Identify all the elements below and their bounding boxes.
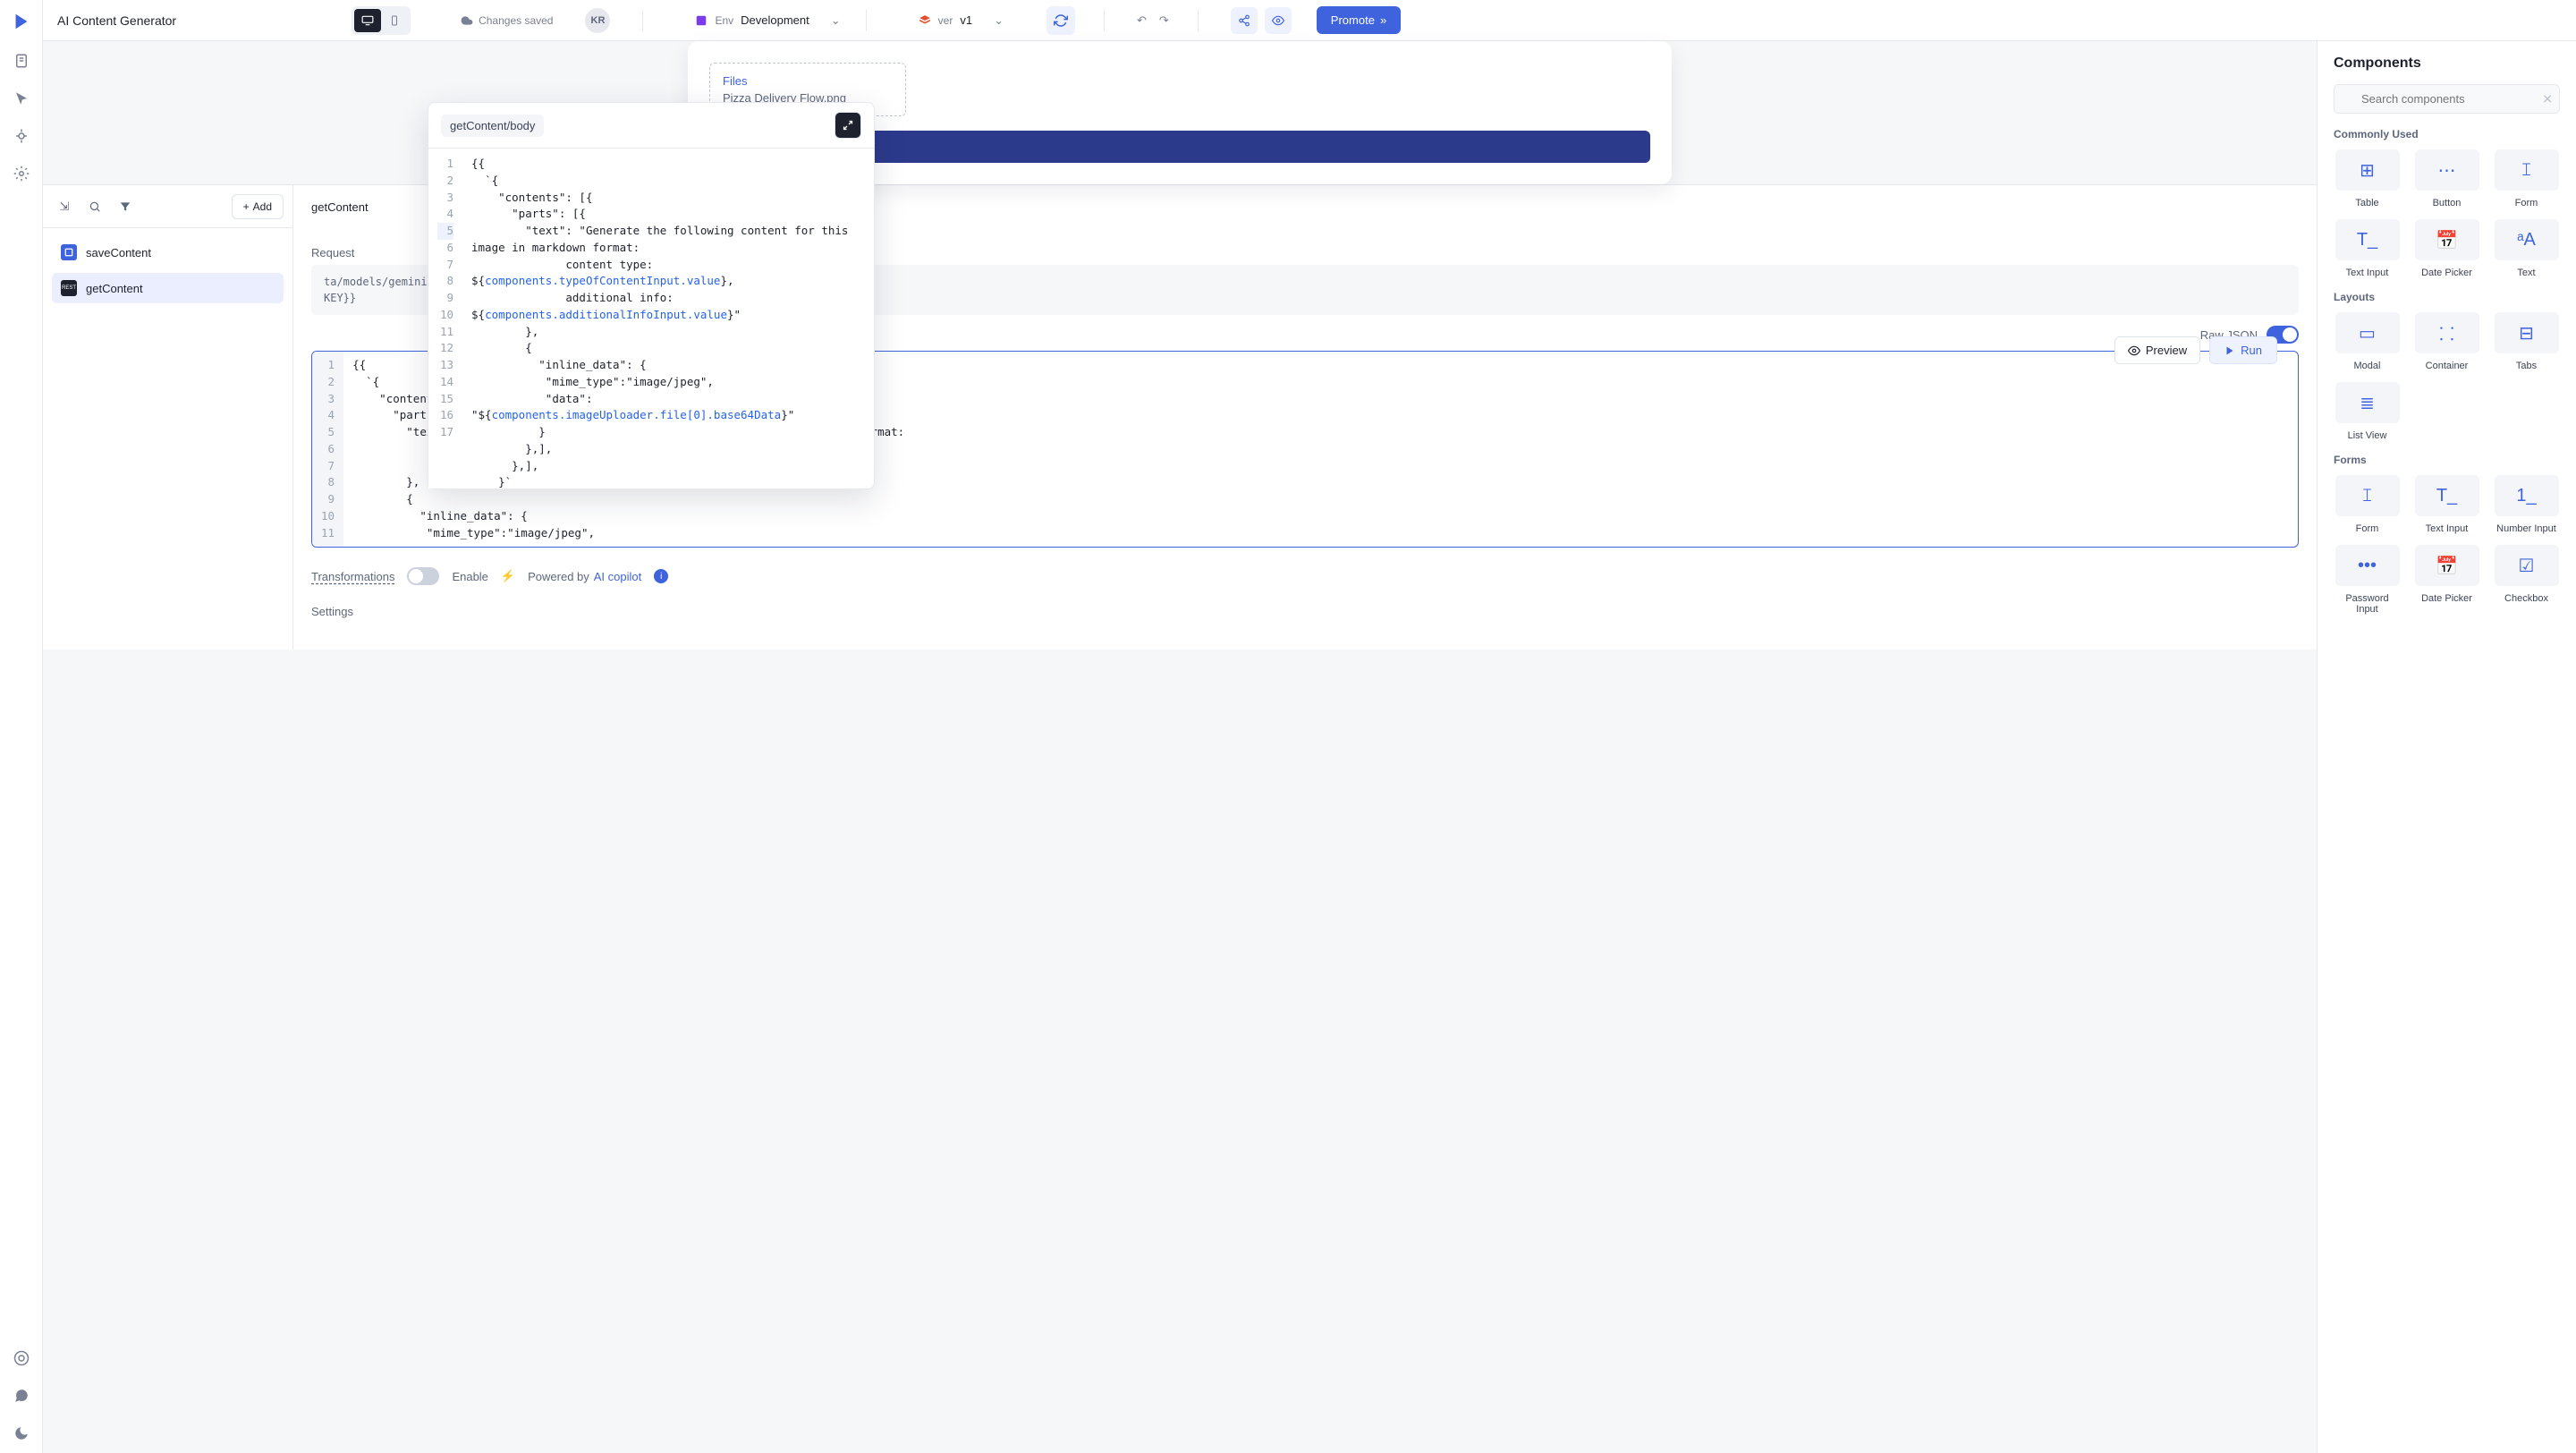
mobile-view-button[interactable] [381, 9, 408, 32]
chat-icon[interactable] [13, 1387, 30, 1405]
chevron-right-icon: » [1380, 13, 1386, 27]
support-icon[interactable] [13, 1349, 30, 1367]
cursor-icon[interactable] [13, 89, 30, 107]
search-icon[interactable] [82, 194, 107, 219]
components-search-input[interactable] [2334, 84, 2560, 114]
run-button[interactable]: Run [2209, 336, 2277, 364]
component-list-view[interactable]: ≣List View [2334, 382, 2401, 441]
editor-gutter: 1234567891011 [312, 352, 343, 547]
checkbox-icon: ☑ [2495, 545, 2559, 586]
sync-button[interactable] [1046, 6, 1075, 35]
component-text[interactable]: ᵃAText [2493, 219, 2560, 278]
component-button[interactable]: ⋯Button [2413, 149, 2480, 208]
save-status: Changes saved [461, 14, 553, 27]
modal-icon: ▭ [2335, 312, 2400, 353]
redo-button[interactable]: ↷ [1159, 13, 1169, 28]
layers-icon [919, 14, 931, 27]
code-popup: getContent/body 123456789101112131415161… [428, 102, 875, 489]
desktop-view-button[interactable] [354, 9, 381, 32]
chevron-down-icon: ⌄ [831, 13, 841, 28]
debug-icon[interactable] [13, 127, 30, 145]
number-input-icon: 1_ [2495, 475, 2559, 516]
component-modal[interactable]: ▭Modal [2334, 312, 2401, 371]
page-icon[interactable] [13, 52, 30, 70]
play-icon [2224, 345, 2235, 356]
action-item-getcontent[interactable]: REST getContent [52, 273, 284, 303]
settings-label: Settings [311, 605, 2299, 618]
component-date-picker-2[interactable]: 📅Date Picker [2413, 545, 2480, 615]
components-title: Components [2334, 55, 2560, 72]
text-icon: ᵃA [2495, 219, 2559, 260]
promote-button[interactable]: Promote » [1317, 6, 1401, 34]
components-panel: Components ✕ Commonly Used ⊞Table ⋯Butto… [2317, 41, 2576, 1453]
tabs-icon: ⊟ [2495, 312, 2559, 353]
info-icon[interactable]: i [654, 569, 668, 583]
actions-sidebar: ⇲ +Add saveContent REST [43, 185, 293, 650]
theme-icon[interactable] [13, 1424, 30, 1442]
action-item-save[interactable]: saveContent [52, 237, 284, 268]
expand-button[interactable] [835, 112, 861, 139]
component-container[interactable]: ⸬Container [2413, 312, 2480, 371]
settings-icon[interactable] [13, 165, 30, 183]
collapse-icon[interactable]: ⇲ [52, 194, 77, 219]
popup-code[interactable]: {{ `{ "contents": [{ "parts": [{ "text":… [462, 149, 874, 489]
env-icon [695, 14, 708, 27]
save-icon [61, 244, 77, 260]
component-form[interactable]: 𝙸Form [2493, 149, 2560, 208]
bolt-icon: ⚡ [501, 569, 515, 583]
component-form-2[interactable]: 𝙸Form [2334, 475, 2401, 534]
date-picker-icon: 📅 [2415, 545, 2479, 586]
action-name: getContent [311, 200, 369, 214]
list-view-icon: ≣ [2335, 382, 2400, 423]
button-icon: ⋯ [2415, 149, 2479, 191]
device-toggle [352, 6, 411, 35]
container-icon: ⸬ [2415, 312, 2479, 353]
table-icon: ⊞ [2335, 149, 2400, 191]
component-text-input[interactable]: T_Text Input [2334, 219, 2401, 278]
text-input-icon: T_ [2335, 219, 2400, 260]
transformations-toggle[interactable] [407, 567, 439, 585]
env-selector[interactable]: Env Development ⌄ [684, 8, 851, 33]
transformations-label: Transformations [311, 570, 394, 583]
share-button[interactable] [1231, 7, 1258, 34]
eye-icon [2128, 344, 2140, 357]
popup-gutter: 1234567891011121314151617 [428, 149, 462, 489]
preview-eye-button[interactable] [1265, 7, 1292, 34]
undo-button[interactable]: ↶ [1137, 13, 1147, 28]
form-icon: 𝙸 [2495, 149, 2559, 191]
filter-icon[interactable] [113, 194, 138, 219]
date-picker-icon: 📅 [2415, 219, 2479, 260]
files-label: Files [723, 74, 893, 88]
add-action-button[interactable]: +Add [232, 194, 284, 219]
rest-api-icon: REST [61, 280, 77, 296]
cloud-icon [461, 14, 473, 27]
password-icon: ••• [2335, 545, 2400, 586]
section-forms: Forms [2334, 454, 2560, 466]
component-table[interactable]: ⊞Table [2334, 149, 2401, 208]
component-tabs[interactable]: ⊟Tabs [2493, 312, 2560, 371]
component-password-input[interactable]: •••Password Input [2334, 545, 2401, 615]
left-rail [0, 0, 43, 1453]
clear-icon[interactable]: ✕ [2542, 91, 2553, 106]
form-icon: 𝙸 [2335, 475, 2400, 516]
user-avatar[interactable]: KR [585, 8, 610, 33]
topbar: AI Content Generator Changes saved KR En… [43, 0, 2576, 41]
chevron-down-icon: ⌄ [994, 13, 1004, 28]
section-commonly-used: Commonly Used [2334, 128, 2560, 140]
text-input-icon: T_ [2415, 475, 2479, 516]
ai-copilot-link[interactable]: AI copilot [594, 570, 641, 583]
component-text-input-2[interactable]: T_Text Input [2413, 475, 2480, 534]
version-selector[interactable]: ver v1 ⌄ [908, 8, 1014, 33]
preview-button[interactable]: Preview [2114, 336, 2200, 364]
app-title: AI Content Generator [57, 13, 176, 28]
logo-icon[interactable] [11, 11, 32, 32]
component-date-picker[interactable]: 📅Date Picker [2413, 219, 2480, 278]
section-layouts: Layouts [2334, 291, 2560, 303]
component-checkbox[interactable]: ☑Checkbox [2493, 545, 2560, 615]
component-number-input[interactable]: 1_Number Input [2493, 475, 2560, 534]
popup-tab[interactable]: getContent/body [441, 115, 544, 137]
